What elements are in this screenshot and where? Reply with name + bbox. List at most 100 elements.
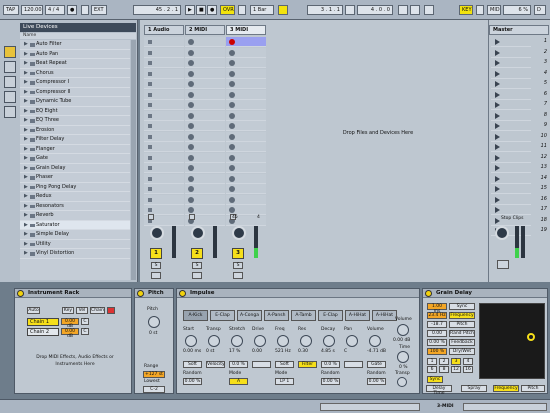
- record-button[interactable]: ●: [207, 5, 217, 15]
- sample-pad[interactable]: E-Clap: [318, 310, 343, 321]
- clip-slot[interactable]: [185, 79, 225, 89]
- feedback-button[interactable]: Feedback: [449, 339, 475, 346]
- expand-arrow-icon[interactable]: ▶: [24, 97, 28, 107]
- browser-item[interactable]: ▶ Phaser: [20, 173, 130, 183]
- clip-slot[interactable]: [226, 37, 266, 47]
- key-zone-button[interactable]: Key: [62, 307, 74, 314]
- mode-value[interactable]: 0.00 %: [183, 378, 202, 385]
- clip-slot[interactable]: [185, 152, 225, 163]
- browser-item[interactable]: ▶ Chorus: [20, 69, 130, 78]
- param-mode[interactable]: Gate: [367, 361, 386, 368]
- track-header[interactable]: 1 Audio: [144, 25, 184, 35]
- browser-item[interactable]: ▶ Saturator: [20, 220, 130, 230]
- clip-slot[interactable]: [144, 100, 184, 110]
- param-knob[interactable]: [346, 335, 358, 347]
- clip-slot[interactable]: [144, 79, 184, 89]
- clip-stop-button[interactable]: [148, 214, 154, 220]
- clip-slot[interactable]: [144, 110, 184, 121]
- clip-slot[interactable]: [226, 121, 266, 131]
- master-header[interactable]: Master: [489, 25, 549, 35]
- browser-item[interactable]: ▶ Compressor I: [20, 78, 130, 88]
- solo-button[interactable]: S: [151, 262, 161, 269]
- track-activator[interactable]: 2: [191, 248, 203, 259]
- expand-arrow-icon[interactable]: ▶: [24, 135, 28, 145]
- track-activator[interactable]: 1: [150, 248, 162, 259]
- solo-button[interactable]: S: [192, 262, 202, 269]
- overview-strip[interactable]: [320, 403, 420, 411]
- arm-button[interactable]: [192, 272, 202, 279]
- browser-item[interactable]: ▶ Auto Pan: [20, 50, 130, 60]
- scene-launch[interactable]: 10: [491, 132, 547, 142]
- instrument-rack-title[interactable]: Instrument Rack: [15, 289, 131, 298]
- cue-volume-icon[interactable]: [497, 260, 509, 269]
- browser-item[interactable]: ▶ Reverb: [20, 211, 130, 221]
- clip-slot[interactable]: [185, 100, 225, 110]
- key-map-button[interactable]: KEY: [459, 5, 473, 15]
- signature-field[interactable]: 4 / 4: [45, 5, 65, 15]
- param-mode[interactable]: Soft: [183, 361, 202, 368]
- scene-launch[interactable]: 15: [491, 184, 547, 194]
- expand-arrow-icon[interactable]: ▶: [24, 50, 28, 60]
- stop-clips-label[interactable]: Stop Clips: [501, 216, 524, 221]
- param-knob[interactable]: [300, 335, 312, 347]
- expand-arrow-icon[interactable]: ▶: [24, 78, 28, 88]
- chain-2-pan[interactable]: C: [81, 328, 89, 335]
- beat-button[interactable]: 8: [439, 366, 449, 373]
- beat-button[interactable]: 2: [439, 358, 449, 365]
- frequency-y-button[interactable]: Frequency: [493, 385, 519, 392]
- clip-slot[interactable]: [226, 184, 266, 194]
- grain-delay-title[interactable]: Grain Delay: [423, 289, 547, 298]
- midi-map-button[interactable]: MIDI: [487, 5, 501, 15]
- browser-item[interactable]: ▶ EQ Eight: [20, 107, 130, 117]
- ovr-button[interactable]: OVR: [220, 5, 235, 15]
- param-mode[interactable]: Soft: [275, 361, 294, 368]
- browser-scrollbar[interactable]: [131, 40, 136, 280]
- mode-value[interactable]: LP 1: [275, 378, 294, 385]
- clip-slot[interactable]: [226, 68, 266, 79]
- dry-wet-button[interactable]: Dry/Wet: [449, 348, 475, 355]
- loop-icon[interactable]: [424, 5, 434, 15]
- scene-launch[interactable]: 6: [491, 90, 547, 100]
- stop-button[interactable]: ■: [196, 5, 206, 15]
- mode-value[interactable]: 0.00 %: [367, 378, 386, 385]
- clip-slot[interactable]: [226, 194, 266, 205]
- expand-arrow-icon[interactable]: ▶: [24, 145, 28, 155]
- power-icon[interactable]: [179, 290, 186, 297]
- plugin-devices-icon[interactable]: [4, 61, 16, 73]
- follow-icon[interactable]: [238, 5, 246, 15]
- scene-launch[interactable]: 3: [491, 58, 547, 68]
- clip-slot[interactable]: [226, 152, 266, 163]
- loop-start-field[interactable]: 3 . 1 . 1: [307, 5, 343, 15]
- param-mode[interactable]: 0.0 %: [321, 361, 340, 368]
- scene-launch[interactable]: 5: [491, 79, 547, 89]
- file-browser-2-icon[interactable]: [4, 91, 16, 103]
- delay-time-x-button[interactable]: Delay Time: [426, 385, 452, 396]
- browser-item[interactable]: ▶ Ping Pong Delay: [20, 183, 130, 192]
- pitch-y-button[interactable]: Pitch: [521, 385, 545, 392]
- expand-arrow-icon[interactable]: ▶: [24, 126, 28, 136]
- scene-launch[interactable]: 11: [491, 142, 547, 152]
- frequency-value[interactable]: 23.4 Hz: [427, 312, 447, 319]
- range-value[interactable]: +127 st: [143, 371, 165, 378]
- chain-1-pan[interactable]: C: [81, 318, 89, 325]
- expand-arrow-icon[interactable]: ▶: [24, 88, 28, 98]
- pan-knob[interactable]: [150, 226, 164, 240]
- rand-pitch-button[interactable]: Rand Pitch: [449, 330, 475, 337]
- transp-knob[interactable]: [397, 377, 407, 387]
- expand-arrow-icon[interactable]: ▶: [24, 107, 28, 117]
- browser-item[interactable]: ▶ Vinyl Distortion: [20, 249, 130, 259]
- loop-length-field[interactable]: 4 . 0 . 0: [357, 5, 393, 15]
- expand-arrow-icon[interactable]: ▶: [24, 211, 28, 221]
- quantize-select[interactable]: 1 Bar: [250, 5, 274, 15]
- clip-slot[interactable]: [144, 37, 184, 47]
- param-mode[interactable]: [344, 361, 363, 368]
- browser-item[interactable]: ▶ Dynamic Tube: [20, 97, 130, 107]
- clip-slot[interactable]: [144, 89, 184, 100]
- clip-slot[interactable]: [144, 152, 184, 163]
- param-mode[interactable]: Filter: [298, 361, 317, 368]
- clip-slot[interactable]: [144, 47, 184, 58]
- param-knob[interactable]: [277, 335, 289, 347]
- clip-slot[interactable]: [185, 142, 225, 152]
- clip-slot[interactable]: [144, 121, 184, 131]
- browser-item[interactable]: ▶ Utility: [20, 240, 130, 249]
